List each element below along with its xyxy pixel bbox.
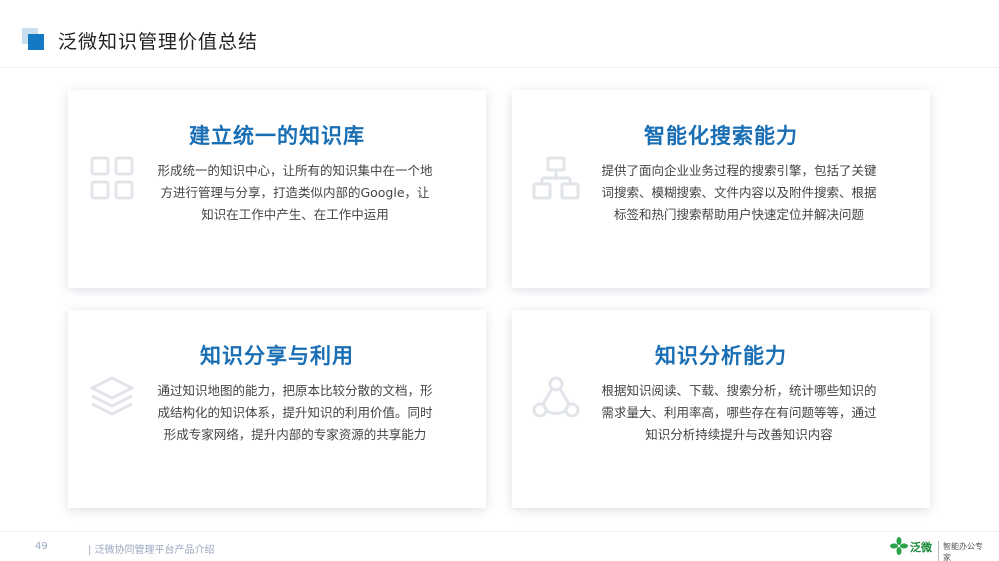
card-intelligent-search: 智能化搜索能力 提供了面向企业业务过程的搜索引擎，包括了关键 词搜索、模糊搜索、… [512,90,930,288]
card-knowledge-analysis: 知识分析能力 根据知识阅读、下载、搜索分析，统计哪些知识的 需求量大、利用率高，… [512,310,930,508]
card-title: 智能化搜索能力 [644,124,798,148]
page-title: 泛微知识管理价值总结 [58,31,259,53]
brand-logo: 泛微 智能办公专家 [890,536,990,561]
slide-header: 泛微知识管理价值总结 [0,0,999,68]
card-title: 建立统一的知识库 [189,124,365,148]
card-description: 形成统一的知识中心，让所有的知识集中在一个地 方进行管理与分享，打造类似内部的G… [157,163,433,222]
card-knowledge-sharing: 知识分享与利用 通过知识地图的能力，把原本比较分散的文档，形 成结构化的知识体系… [68,310,486,508]
card-title: 知识分享与利用 [200,344,354,368]
layers-icon [90,376,134,416]
network-icon [532,376,580,418]
logo-name: 泛微 [910,541,932,554]
footer-divider [0,531,999,532]
page-number: 49 [35,541,48,552]
logo-slogan: 智能办公专家 [938,541,990,561]
card-title: 知识分析能力 [655,344,787,368]
card-description: 根据知识阅读、下载、搜索分析，统计哪些知识的 需求量大、利用率高，哪些存在有问题… [601,383,877,442]
card-description: 提供了面向企业业务过程的搜索引擎，包括了关键 词搜索、模糊搜索、文件内容以及附件… [601,163,877,222]
card-description: 通过知识地图的能力，把原本比较分散的文档，形 成结构化的知识体系，提升知识的利用… [157,383,433,442]
card-unified-knowledge-base: 建立统一的知识库 形成统一的知识中心，让所有的知识集中在一个地 方进行管理与分享… [68,90,486,288]
leaf-logo-icon [890,537,908,555]
footer-caption: | 泛微协同管理平台产品介绍 [88,545,215,556]
hierarchy-icon [532,156,580,200]
grid-icon [90,156,134,200]
title-marker-icon [22,28,44,50]
